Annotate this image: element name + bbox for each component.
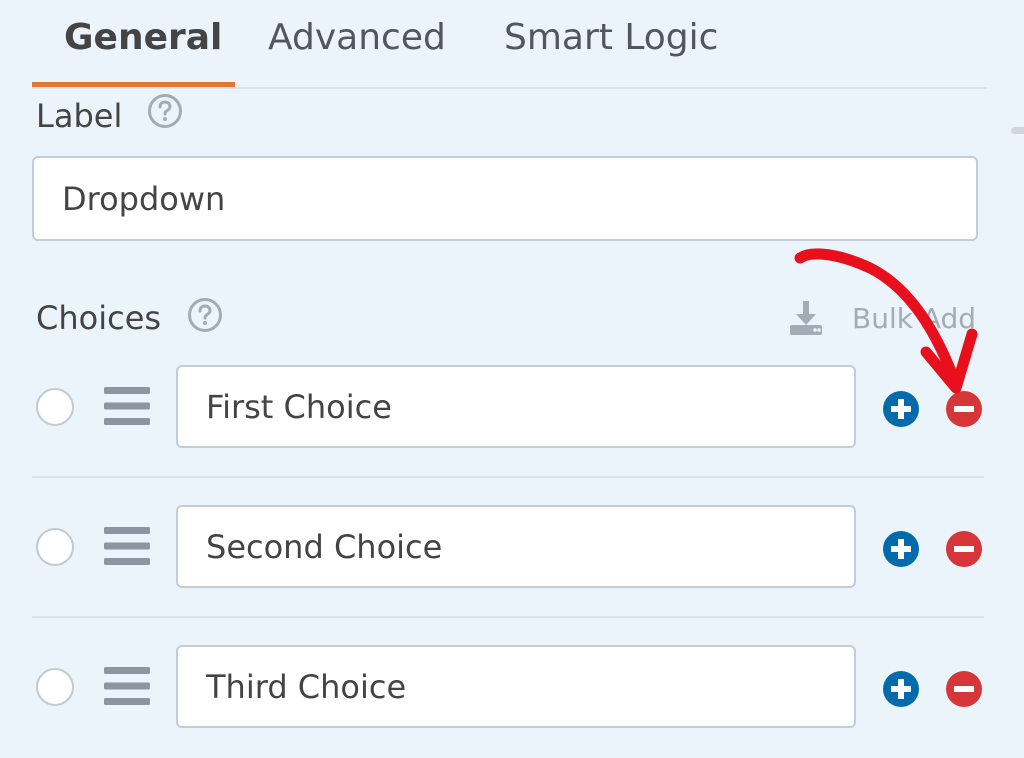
tab-divider (32, 87, 987, 89)
tab-bar: General Advanced Smart Logic (0, 0, 1024, 89)
drag-handle-icon[interactable] (104, 386, 150, 426)
choice-input[interactable] (176, 365, 856, 448)
minus-circle-icon[interactable] (945, 390, 983, 428)
download-icon (790, 301, 822, 335)
default-choice-radio[interactable] (36, 668, 74, 706)
tab-advanced[interactable]: Advanced (268, 16, 446, 60)
question-circle-icon[interactable] (187, 297, 223, 333)
choices-label: Choices (36, 299, 162, 337)
tab-general[interactable]: General (64, 16, 222, 60)
choice-input[interactable] (176, 505, 856, 588)
label-field-label: Label (36, 97, 123, 135)
scrollbar[interactable] (1011, 127, 1024, 134)
plus-circle-icon[interactable] (882, 670, 920, 708)
plus-circle-icon[interactable] (882, 530, 920, 568)
question-circle-icon[interactable] (147, 93, 183, 129)
choice-row (32, 478, 984, 618)
minus-circle-icon[interactable] (945, 670, 983, 708)
drag-handle-icon[interactable] (104, 526, 150, 566)
label-input[interactable] (32, 156, 978, 241)
drag-handle-icon[interactable] (104, 666, 150, 706)
choice-row (32, 338, 984, 478)
bulk-add-label: Bulk Add (852, 301, 977, 335)
minus-circle-icon[interactable] (945, 530, 983, 568)
choice-input[interactable] (176, 645, 856, 728)
bulk-add-button[interactable]: Bulk Add (788, 293, 976, 343)
default-choice-radio[interactable] (36, 388, 74, 426)
plus-circle-icon[interactable] (882, 390, 920, 428)
choice-row (32, 618, 984, 758)
tab-smart-logic[interactable]: Smart Logic (504, 16, 718, 60)
default-choice-radio[interactable] (36, 528, 74, 566)
